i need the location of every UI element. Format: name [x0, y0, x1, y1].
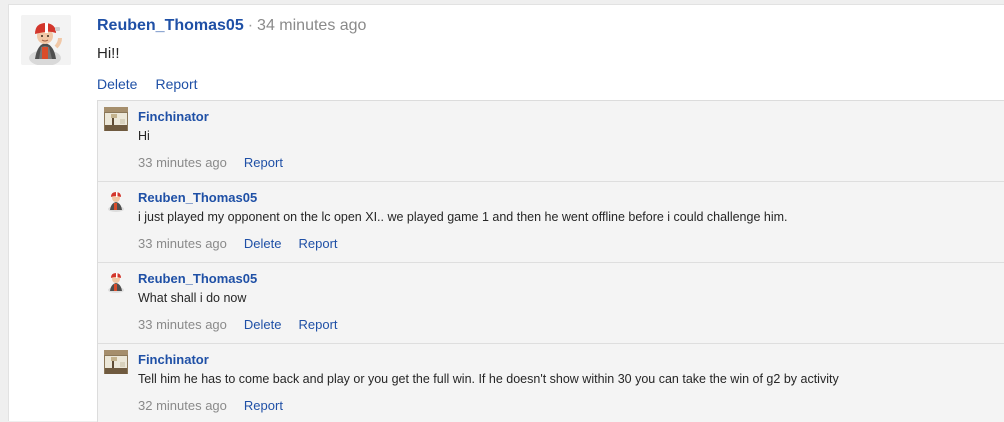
reply-text: What shall i do now	[138, 291, 247, 305]
reply-item: Finchinator Hi 33 minutes ago Report	[98, 101, 1004, 182]
reply-report-button[interactable]: Report	[244, 398, 283, 413]
reuben-avatar-icon[interactable]	[104, 269, 128, 293]
reply-time: 33 minutes ago	[138, 155, 227, 170]
reuben-avatar-icon[interactable]	[104, 188, 128, 212]
reply-report-button[interactable]: Report	[244, 155, 283, 170]
reply-report-button[interactable]: Report	[298, 236, 337, 251]
reply-item: Finchinator Tell him he has to come back…	[98, 344, 1004, 422]
reply-text: i just played my opponent on the lc open…	[138, 210, 788, 224]
main-post-header: Reuben_Thomas05 · 34 minutes ago	[97, 16, 366, 36]
reply-text: Hi	[138, 129, 150, 143]
main-post-text: Hi!!	[97, 45, 120, 62]
main-post-time: 34 minutes ago	[257, 17, 367, 34]
reply-item: Reuben_Thomas05 What shall i do now 33 m…	[98, 263, 1004, 344]
reply-username[interactable]: Finchinator	[138, 109, 209, 125]
reply-time: 33 minutes ago	[138, 236, 227, 251]
main-post-actions: Delete Report	[97, 75, 216, 93]
main-post-username[interactable]: Reuben_Thomas05	[97, 17, 244, 34]
reply-text: Tell him he has to come back and play or…	[138, 372, 839, 386]
reply-username[interactable]: Finchinator	[138, 352, 209, 368]
finchinator-avatar-icon[interactable]	[104, 107, 128, 131]
reply-actions: 32 minutes ago Report	[138, 398, 300, 414]
replies-list: Finchinator Hi 33 minutes ago Report Reub…	[97, 100, 1004, 422]
reply-time: 33 minutes ago	[138, 317, 227, 332]
reply-actions: 33 minutes ago Delete Report	[138, 317, 355, 333]
reply-actions: 33 minutes ago Delete Report	[138, 236, 355, 252]
reply-username[interactable]: Reuben_Thomas05	[138, 271, 257, 287]
main-post-delete-button[interactable]: Delete	[97, 76, 137, 92]
main-post-report-button[interactable]: Report	[155, 76, 197, 92]
header-separator: ·	[247, 17, 254, 34]
reply-delete-button[interactable]: Delete	[244, 236, 282, 251]
reply-username[interactable]: Reuben_Thomas05	[138, 190, 257, 206]
reply-time: 32 minutes ago	[138, 398, 227, 413]
main-avatar-icon[interactable]	[21, 15, 71, 65]
reply-delete-button[interactable]: Delete	[244, 317, 282, 332]
reply-actions: 33 minutes ago Report	[138, 155, 300, 171]
reply-item: Reuben_Thomas05 i just played my opponen…	[98, 182, 1004, 263]
comment-thread: Reuben_Thomas05 · 34 minutes ago Hi!! Dele…	[8, 4, 1004, 422]
finchinator-avatar-icon[interactable]	[104, 350, 128, 374]
reply-report-button[interactable]: Report	[298, 317, 337, 332]
